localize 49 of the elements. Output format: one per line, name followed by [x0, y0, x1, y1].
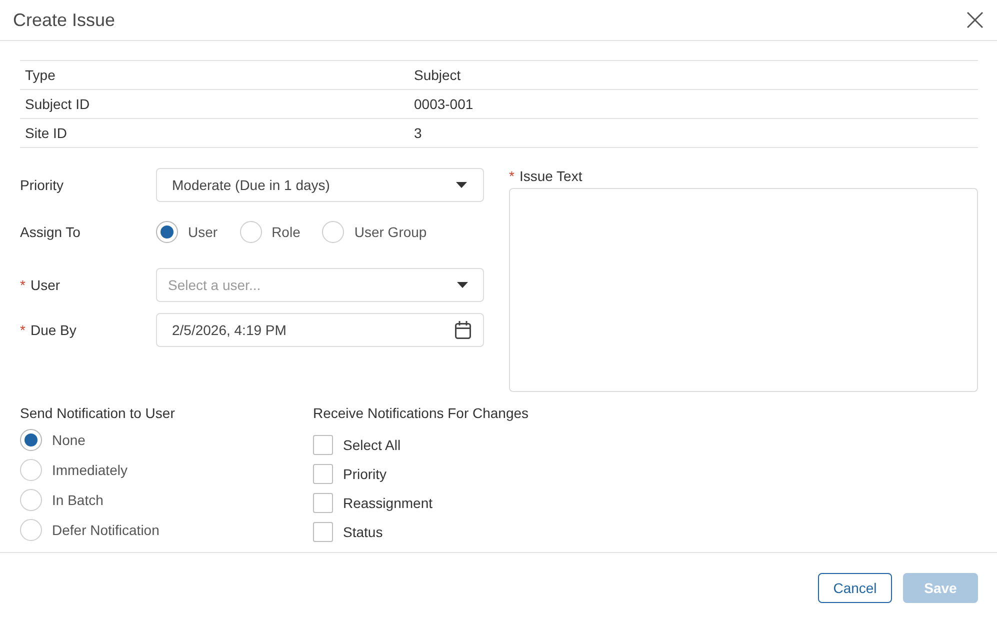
option-label: Defer Notification: [52, 522, 160, 538]
section-title: Send Notification to User: [20, 405, 175, 421]
close-button[interactable]: [967, 12, 983, 28]
field-label: Assign To: [20, 224, 80, 240]
option-label: Role: [272, 224, 300, 240]
required-mark: *: [20, 322, 26, 338]
radio-button[interactable]: [240, 221, 262, 243]
row-value: 3: [414, 125, 422, 141]
checkbox[interactable]: [313, 492, 333, 512]
radio-button[interactable]: [20, 519, 42, 541]
option-label: Reassignment: [343, 494, 432, 510]
issue-text-field[interactable]: [509, 188, 978, 392]
required-mark: *: [509, 168, 514, 184]
section-title: Receive Notifications For Changes: [313, 405, 529, 421]
row-label: Subject ID: [25, 96, 90, 112]
radio-button[interactable]: [20, 429, 42, 451]
priority-select[interactable]: Moderate (Due in 1 days): [156, 168, 484, 202]
radio-button[interactable]: [20, 489, 42, 511]
option-label: Status: [343, 524, 383, 540]
user-select[interactable]: Select a user...: [156, 268, 484, 302]
option-label: None: [52, 432, 86, 448]
cancel-button[interactable]: Cancel: [818, 573, 892, 603]
option-label: Select All: [343, 436, 401, 452]
radio-button[interactable]: [322, 221, 344, 243]
radio-button[interactable]: [20, 459, 42, 481]
field-label: User: [30, 277, 60, 293]
option-label: User Group: [354, 224, 427, 240]
dialog-title: Create Issue: [13, 9, 116, 31]
caret-icon: [456, 182, 467, 188]
row-label: Site ID: [25, 125, 68, 141]
row-value: 0003-001: [414, 96, 474, 112]
caret-icon: [457, 282, 468, 288]
required-mark: *: [20, 277, 26, 293]
close-icon: [967, 12, 983, 28]
row-label: Type: [25, 67, 56, 83]
row-value: Subject: [414, 67, 461, 83]
calendar-icon: [455, 321, 471, 339]
option-label: In Batch: [52, 492, 104, 508]
option-label: Immediately: [52, 462, 128, 478]
field-label: Issue Text: [519, 168, 582, 184]
checkbox[interactable]: [313, 434, 333, 454]
field-label: Priority: [20, 177, 64, 193]
checkbox[interactable]: [313, 464, 333, 484]
checkbox[interactable]: [313, 522, 333, 542]
field-label: Due By: [30, 322, 76, 338]
option-label: User: [188, 224, 218, 240]
option-label: Priority: [343, 466, 387, 482]
date-field[interactable]: 2/5/2026, 4:19 PM: [156, 313, 484, 347]
radio-button[interactable]: [156, 221, 178, 243]
